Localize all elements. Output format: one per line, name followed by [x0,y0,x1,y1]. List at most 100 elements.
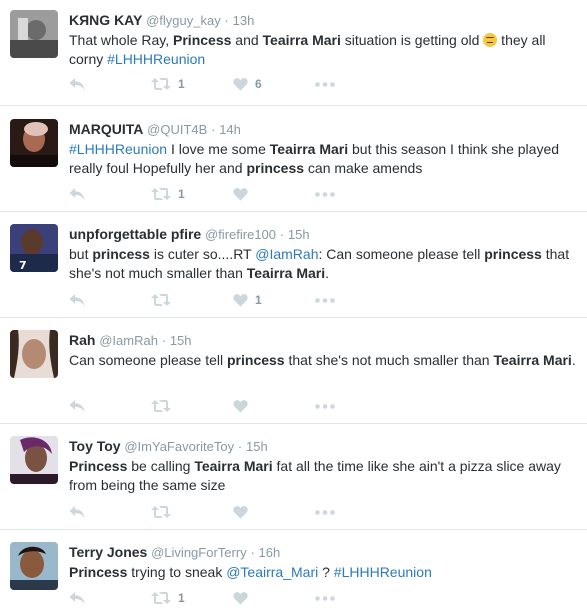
retweet-count: 1 [178,591,185,605]
highlighted-term: princess [246,159,305,176]
retweet-button[interactable] [151,504,233,520]
heart-icon [233,399,248,413]
retweet-icon [151,187,171,201]
mention-link[interactable]: @Teairra_Mari [226,564,318,580]
avatar[interactable] [10,119,58,167]
avatar[interactable] [10,436,58,484]
avatar[interactable] [10,10,58,58]
reply-button[interactable] [69,292,151,308]
retweet-icon [151,293,171,307]
more-button[interactable] [315,398,345,414]
hashtag-link[interactable]: #LHHHReunion [107,51,205,67]
user-handle[interactable]: @ImYaFavoriteToy [124,439,234,454]
retweet-icon [151,591,171,605]
tweet[interactable]: 7 unpforgettable pfire @firefire100 · 15… [0,212,587,318]
separator: · [161,333,167,348]
text-run: : Can someone please tell [318,246,485,262]
highlighted-term: princess [484,246,542,262]
retweet-button[interactable] [151,292,233,308]
retweet-count: 1 [178,77,185,91]
reply-button[interactable] [69,398,151,414]
retweet-icon [151,77,171,91]
tweet[interactable]: KЯNG KAY @flyguy_kay · 13h That whole Ra… [0,0,587,106]
hashtag-link[interactable]: #LHHHReunion [69,141,167,157]
text-run: I love me some [167,141,270,157]
highlighted-term: Teairra Mari [262,32,341,48]
timestamp[interactable]: 13h [233,13,255,28]
tweet[interactable]: MARQUITA @QUIT4B · 14h #LHHHReunion I lo… [0,106,587,212]
user-handle[interactable]: @QUIT4B [147,122,207,137]
retweet-button[interactable]: 1 [151,590,233,606]
like-button[interactable] [233,504,315,520]
retweet-button[interactable] [151,398,233,414]
user-name[interactable]: Terry Jones [69,544,147,560]
retweet-button[interactable]: 1 [151,76,233,92]
mention-link[interactable]: @IamRah [255,246,318,262]
timestamp[interactable]: 15h [170,333,192,348]
user-name[interactable]: MARQUITA [69,121,143,137]
reply-icon [69,293,85,307]
tweet-actions: 1 [69,590,345,606]
heart-icon [233,77,248,91]
like-button[interactable]: 1 [233,292,315,308]
separator: · [250,545,255,560]
user-handle[interactable]: @LivingForTerry [151,545,247,560]
user-handle[interactable]: @firefire100 [205,227,276,242]
like-button[interactable]: 6 [233,76,315,92]
reply-icon [69,77,85,91]
timestamp[interactable]: 15h [288,227,310,242]
reply-button[interactable] [69,590,151,606]
more-button[interactable] [315,590,345,606]
highlighted-term: Teairra Mari [246,264,326,281]
more-button[interactable] [315,292,345,308]
more-button[interactable] [315,186,345,202]
timestamp[interactable]: 14h [219,122,241,137]
user-name[interactable]: Toy Toy [69,438,121,454]
avatar[interactable] [10,542,58,590]
text-run: that she's not much smaller than [284,352,494,368]
separator: · [237,439,243,454]
hashtag-link[interactable]: #LHHHReunion [334,564,432,580]
text-run: be calling [127,458,195,474]
user-name[interactable]: KЯNG KAY [69,12,142,28]
tweet-actions [69,398,345,414]
reply-icon [69,399,85,413]
user-handle[interactable]: @flyguy_kay [146,13,221,28]
reply-button[interactable] [69,186,151,202]
reply-button[interactable] [69,76,151,92]
avatar[interactable]: 7 [10,224,58,272]
tweet-text: #LHHHReunion I love me some Teairra Mari… [69,140,577,177]
more-button[interactable] [315,76,345,92]
tweet-timeline: KЯNG KAY @flyguy_kay · 13h That whole Ra… [0,0,587,615]
tweet[interactable]: Toy Toy @ImYaFavoriteToy · 15h Princess … [0,424,587,530]
heart-icon [233,293,248,307]
avatar[interactable] [10,330,58,378]
like-button[interactable] [233,186,315,202]
tweet[interactable]: Rah @IamRah · 15h Can someone please tel… [0,318,587,424]
tweet[interactable]: Terry Jones @LivingForTerry · 16h Prince… [0,530,587,615]
retweet-button[interactable]: 1 [151,186,233,202]
timestamp[interactable]: 15h [246,439,268,454]
more-icon [315,509,335,515]
user-name[interactable]: unpforgettable pfire [69,226,201,242]
highlighted-term: Princess [69,458,128,474]
more-button[interactable] [315,504,345,520]
text-run: Can someone please tell [69,352,227,368]
text-run: and [231,32,263,48]
tweet-text: Princess be calling Teairra Mari fat all… [69,457,577,494]
tweet-actions [69,504,345,520]
highlighted-term: princess [227,352,285,368]
user-handle[interactable]: @IamRah [99,333,158,348]
highlighted-term: Teairra Mari [194,458,273,474]
like-button[interactable] [233,590,315,606]
reply-icon [69,187,85,201]
reply-button[interactable] [69,504,151,520]
heart-icon [233,591,248,605]
user-name[interactable]: Rah [69,332,95,348]
timestamp[interactable]: 16h [259,545,281,560]
like-button[interactable] [233,398,315,414]
tweet-text: Can someone please tell princess that sh… [69,351,577,370]
unamused-face-icon [483,33,498,47]
separator: · [279,227,285,242]
text-run: . [325,264,329,281]
